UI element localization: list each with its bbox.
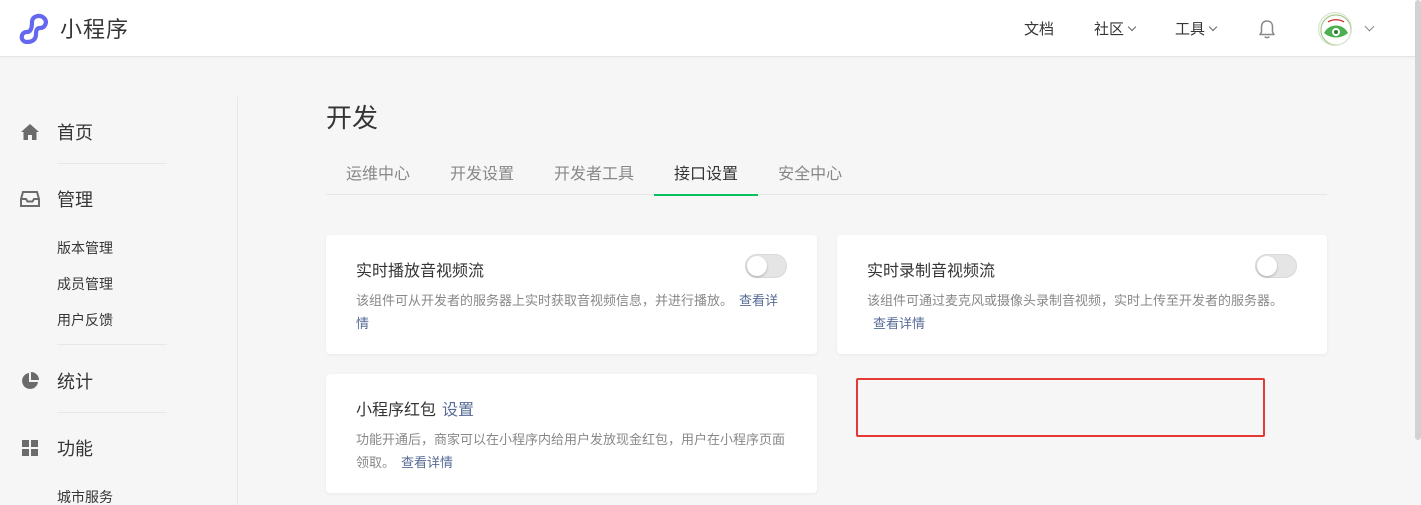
avatar[interactable] (1318, 11, 1352, 46)
sidebar-item-city-service[interactable]: 城市服务 (57, 487, 113, 505)
sidebar-item-version[interactable]: 版本管理 (57, 238, 113, 258)
bell-icon[interactable] (1256, 18, 1278, 40)
sidebar-item-label: 管理 (57, 190, 93, 211)
inbox-icon (20, 191, 40, 207)
card-title-text: 实时录制音视频流 (867, 261, 996, 280)
sidebar-border (237, 97, 238, 505)
highlight-box (856, 378, 1265, 437)
view-details-link[interactable]: 查看详情 (873, 317, 925, 332)
nav-docs[interactable]: 文档 (1024, 18, 1054, 39)
logo[interactable]: 小程序 (18, 12, 129, 44)
tab-dev-tools[interactable]: 开发者工具 (534, 152, 654, 195)
tab-security-center[interactable]: 安全中心 (758, 152, 862, 195)
settings-link[interactable]: 设置 (442, 400, 474, 419)
avatar-image (1320, 14, 1351, 45)
chevron-down-icon[interactable] (1364, 21, 1375, 31)
card-description: 该组件可通过麦克风或摄像头录制音视频，实时上传至开发者的服务器。查看详情 (867, 290, 1299, 336)
nav-tools-label: 工具 (1174, 20, 1205, 38)
sidebar-item-manage[interactable]: 管理 (20, 186, 93, 212)
toggle-knob (1257, 256, 1277, 276)
card-live-player: 实时播放音视频流 该组件可从开发者的服务器上实时获取音视频信息，并进行播放。 查看… (326, 235, 817, 354)
card-title-text: 实时播放音视频流 (356, 261, 485, 280)
card-title-text: 小程序红包 (356, 400, 437, 419)
view-details-link[interactable]: 查看详情 (401, 456, 453, 471)
sidebar-item-features[interactable]: 功能 (20, 435, 93, 461)
card-red-packet: 小程序红包 设置 功能开通后，商家可以在小程序内给用户发放现金红包，用户在小程序页… (326, 374, 817, 493)
sidebar: 首页 管理 版本管理 成员管理 用户反馈 统计 功能 城市服务 (0, 57, 238, 505)
nav-docs-label: 文档 (1023, 20, 1054, 38)
card-description-text: 该组件可从开发者的服务器上实时获取音视频信息，并进行播放。 (356, 294, 734, 309)
nav-community[interactable]: 社区 (1093, 18, 1137, 39)
card-description: 该组件可从开发者的服务器上实时获取音视频信息，并进行播放。 查看详情 (356, 290, 788, 336)
card-description-text: 该组件可通过麦克风或摄像头录制音视频，实时上传至开发者的服务器。 (867, 294, 1284, 309)
chevron-down-icon (1208, 22, 1218, 31)
sidebar-divider (57, 412, 167, 413)
live-player-toggle[interactable] (745, 254, 787, 278)
sidebar-item-stats[interactable]: 统计 (20, 368, 93, 394)
sidebar-item-members[interactable]: 成员管理 (57, 274, 113, 294)
top-bar: 小程序 文档 社区 工具 (0, 0, 1421, 57)
live-pusher-toggle[interactable] (1255, 254, 1297, 278)
sidebar-item-label: 首页 (57, 123, 93, 144)
home-icon (21, 124, 39, 140)
logo-text: 小程序 (60, 18, 130, 43)
chevron-down-icon (1127, 22, 1137, 31)
tab-ops-center[interactable]: 运维中心 (326, 152, 430, 195)
tab-api-settings[interactable]: 接口设置 (654, 152, 759, 196)
tab-dev-settings[interactable]: 开发设置 (430, 152, 534, 195)
sidebar-divider (57, 163, 167, 164)
pie-chart-icon (22, 372, 39, 389)
scrollbar[interactable] (1415, 0, 1421, 440)
sidebar-item-label: 统计 (57, 372, 93, 393)
toggle-knob (747, 256, 767, 276)
top-nav: 文档 社区 工具 (1024, 0, 1421, 57)
tab-bar: 运维中心 开发设置 开发者工具 接口设置 安全中心 (326, 152, 1327, 196)
page-title: 开发 (326, 104, 379, 134)
sidebar-item-feedback[interactable]: 用户反馈 (57, 310, 113, 330)
nav-tools[interactable]: 工具 (1174, 18, 1218, 39)
sidebar-item-label: 功能 (57, 439, 93, 460)
card-title: 实时录制音视频流 (867, 257, 995, 281)
logo-icon (19, 13, 48, 44)
grid-icon (22, 440, 38, 456)
card-title: 实时播放音视频流 (356, 257, 484, 281)
nav-community-label: 社区 (1093, 20, 1124, 38)
sidebar-divider (57, 344, 167, 345)
card-title: 小程序红包 设置 (356, 396, 474, 420)
card-live-pusher: 实时录制音视频流 该组件可通过麦克风或摄像头录制音视频，实时上传至开发者的服务器… (837, 235, 1327, 354)
sidebar-item-home[interactable]: 首页 (20, 119, 93, 145)
card-description: 功能开通后，商家可以在小程序内给用户发放现金红包，用户在小程序页面领取。 查看详情 (356, 429, 788, 475)
